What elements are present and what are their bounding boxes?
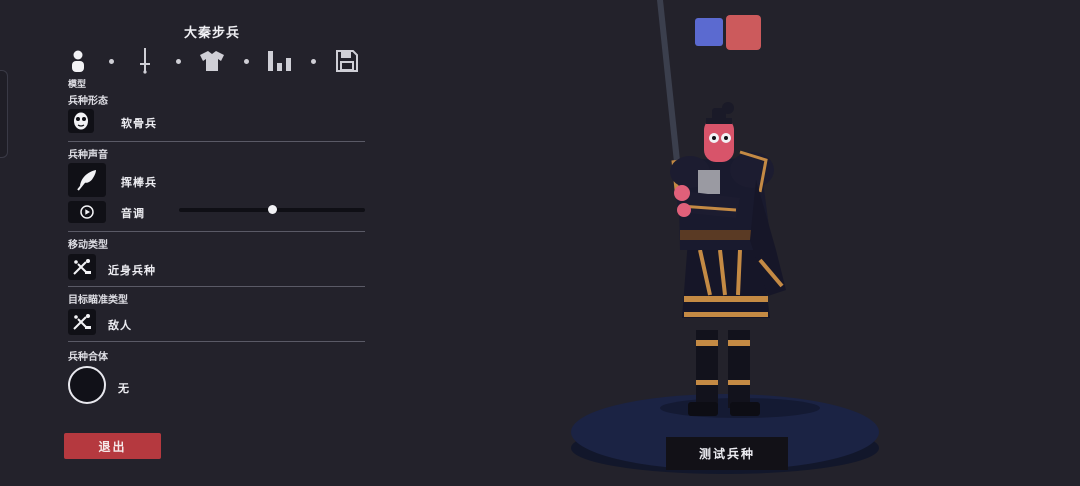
section-divider bbox=[68, 286, 365, 287]
section-divider bbox=[68, 141, 365, 142]
section-divider bbox=[68, 231, 365, 232]
test-unit-button[interactable]: 测试兵种 bbox=[666, 437, 788, 470]
tab-separator-dot bbox=[176, 59, 181, 64]
shirt-icon bbox=[200, 51, 224, 71]
save-icon bbox=[336, 50, 358, 72]
melee-icon bbox=[73, 259, 91, 275]
tab-separator-dot bbox=[311, 59, 316, 64]
person-icon bbox=[72, 50, 84, 72]
voice-section-title: 兵种声音 bbox=[68, 150, 108, 161]
form-icon-button[interactable] bbox=[68, 109, 94, 133]
form-section-title: 兵种形态 bbox=[68, 96, 108, 107]
tab-clothing[interactable] bbox=[198, 46, 226, 76]
movement-value: 近身兵种 bbox=[108, 264, 156, 277]
sword-icon bbox=[140, 48, 150, 74]
stats-icon bbox=[268, 51, 291, 71]
movement-section-title: 移动类型 bbox=[68, 240, 108, 251]
play-voice-button[interactable] bbox=[68, 201, 106, 223]
unit-editor-panel: 大秦步兵 模型 兵种形态 软骨兵 兵种声音 挥棒兵 音调 移动类型 近身兵种 目… bbox=[64, 0, 366, 486]
pitch-label: 音调 bbox=[121, 207, 145, 220]
pitch-slider-handle[interactable] bbox=[268, 205, 277, 214]
targeting-section-title: 目标瞄准类型 bbox=[68, 295, 128, 306]
targeting-value: 敌人 bbox=[108, 319, 132, 332]
merge-section-title: 兵种合体 bbox=[68, 352, 108, 363]
tab-save[interactable] bbox=[333, 46, 361, 76]
tab-model[interactable] bbox=[64, 46, 92, 76]
feather-icon bbox=[77, 170, 96, 191]
section-divider bbox=[68, 341, 365, 342]
targeting-icon-button[interactable] bbox=[68, 309, 96, 335]
unit-name-title: 大秦步兵 bbox=[183, 26, 240, 41]
tab-model-label: 模型 bbox=[68, 80, 87, 90]
unit-preview bbox=[571, 0, 879, 474]
tab-weapon[interactable] bbox=[131, 46, 159, 76]
merge-value: 无 bbox=[118, 382, 130, 395]
pitch-slider[interactable] bbox=[179, 205, 365, 214]
play-icon bbox=[80, 205, 94, 219]
exit-button[interactable]: 退出 bbox=[64, 433, 161, 459]
editor-tabs bbox=[64, 46, 364, 78]
voice-value: 挥棒兵 bbox=[121, 176, 157, 189]
tab-separator-dot bbox=[244, 59, 249, 64]
movement-icon-button[interactable] bbox=[68, 254, 96, 280]
mask-icon bbox=[74, 112, 88, 130]
tab-stats[interactable] bbox=[266, 46, 294, 76]
sword-blade bbox=[657, 0, 681, 172]
side-drawer-handle[interactable] bbox=[0, 70, 8, 158]
target-icon bbox=[73, 314, 91, 330]
voice-icon-button[interactable] bbox=[68, 163, 106, 197]
merge-slot-button[interactable] bbox=[68, 366, 106, 404]
tab-separator-dot bbox=[109, 59, 114, 64]
form-value: 软骨兵 bbox=[121, 117, 157, 130]
